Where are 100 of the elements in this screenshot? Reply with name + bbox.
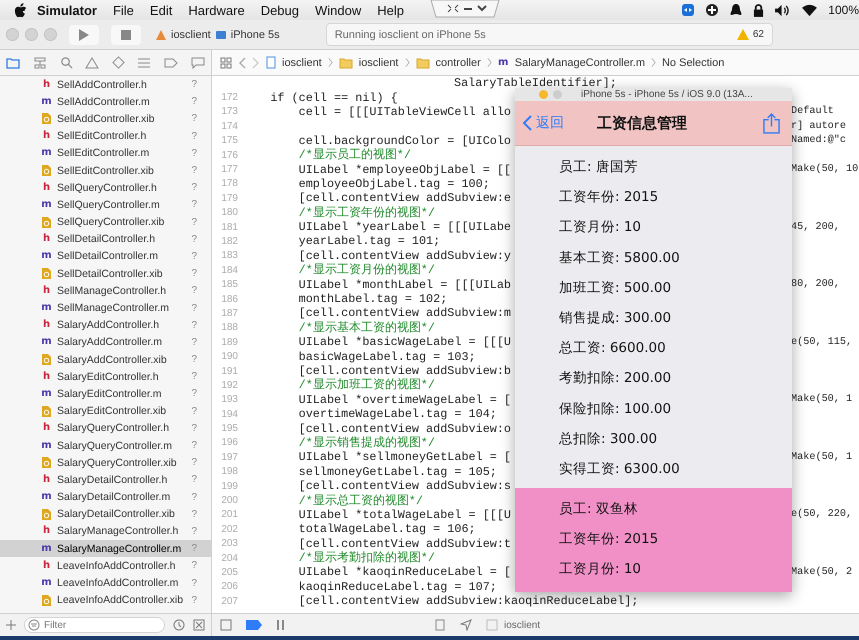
file-row[interactable]: m SalaryAddController.m ? xyxy=(0,334,211,351)
file-row[interactable]: h SellAddController.h ? xyxy=(0,76,211,94)
file-row[interactable]: h SellQueryController.h ? xyxy=(0,179,211,196)
file-row[interactable]: SellEditController.xib ? xyxy=(0,162,211,180)
line-number: 176 xyxy=(220,150,238,161)
code-line: [cell.contentView addSubview:m xyxy=(298,306,512,320)
pause-icon[interactable] xyxy=(276,619,286,631)
menu-item[interactable]: Window xyxy=(315,2,362,18)
lines-icon[interactable] xyxy=(137,56,152,68)
file-row[interactable]: m SellQueryController.m ? xyxy=(0,196,211,214)
stop-button[interactable] xyxy=(111,24,141,44)
diamond-icon[interactable] xyxy=(112,56,125,69)
line-number: 189 xyxy=(220,336,238,348)
device-name[interactable]: iPhone 5s xyxy=(230,28,280,40)
source-control-status: ? xyxy=(191,268,197,280)
file-row[interactable]: m SellDetailController.m ? xyxy=(0,248,211,266)
file-row[interactable]: SellQueryController.xib ? xyxy=(0,214,211,231)
file-row[interactable]: SalaryEditController.xib ? xyxy=(0,402,211,420)
file-row[interactable]: m SalaryManageController.m ? xyxy=(0,540,211,558)
run-button[interactable] xyxy=(69,24,99,44)
code-line: UILabel *overtimeWageLabel = [ xyxy=(298,392,512,407)
menu-item[interactable]: Edit xyxy=(150,2,172,18)
folder-icon[interactable] xyxy=(6,56,20,68)
file-name: SalaryManageController.m xyxy=(57,542,182,555)
file-name: SalaryAddController.xib xyxy=(57,354,168,366)
tag-icon[interactable] xyxy=(164,56,178,68)
path-segment[interactable]: controller xyxy=(436,56,481,68)
file-row[interactable]: SalaryAddController.xib ? xyxy=(0,351,211,368)
breakpoint-icon[interactable] xyxy=(246,620,262,630)
file-row[interactable]: h SalaryAddController.h ? xyxy=(0,316,211,334)
code-line: cell.backgroundColor = [UIColo xyxy=(298,134,512,148)
field-label: 基本工资: 5800.00 xyxy=(559,248,681,268)
menu-item[interactable]: Hardware xyxy=(188,2,245,18)
speech-bubble-icon[interactable] xyxy=(190,56,205,68)
file-row[interactable]: h SalaryQueryController.h ? xyxy=(0,420,211,437)
file-row[interactable]: LeaveInfoAddController.xib ? xyxy=(0,592,211,609)
share-icon[interactable] xyxy=(763,112,780,134)
line-number: 204 xyxy=(220,552,238,564)
file-row[interactable]: m SalaryQueryController.m ? xyxy=(0,436,211,454)
scheme-name[interactable]: iosclient xyxy=(171,28,211,40)
menu-item[interactable]: File xyxy=(112,2,134,18)
table-cell[interactable]: 员工: 双鱼林 工资年份: 2015 工资月份: 10 xyxy=(515,488,792,592)
location-arrow-icon[interactable] xyxy=(460,619,472,631)
volume-icon[interactable] xyxy=(774,4,792,16)
debug-target[interactable]: iosclient xyxy=(504,620,540,630)
line-number: 206 xyxy=(220,581,238,592)
file-row[interactable]: SellDetailController.xib ? xyxy=(0,265,211,282)
filter-field[interactable]: Filter xyxy=(24,617,165,633)
line-number: 190 xyxy=(220,351,238,362)
hierarchy-icon[interactable] xyxy=(32,56,47,68)
file-row[interactable]: m SellAddController.m ? xyxy=(0,93,211,110)
warning-icon[interactable] xyxy=(736,29,749,40)
stop-icon xyxy=(121,30,131,40)
code-line: /*显示员工的视图*/ xyxy=(298,147,411,164)
battery-percentage[interactable]: 100% xyxy=(828,3,859,17)
no-selection-segment[interactable]: No Selection xyxy=(662,56,724,68)
panel-icon[interactable] xyxy=(220,619,232,631)
file-row[interactable]: m SalaryDetailController.m ? xyxy=(0,488,211,506)
file-row[interactable]: h SalaryDetailController.h ? xyxy=(0,471,211,488)
file-row[interactable]: m SalaryEditController.m ? xyxy=(0,385,211,403)
add-icon[interactable] xyxy=(6,620,16,630)
file-row[interactable]: m LeaveInfoAddController.m ? xyxy=(0,574,211,592)
file-row[interactable]: SalaryQueryController.xib ? xyxy=(0,454,211,472)
file-row[interactable]: SellAddController.xib ? xyxy=(0,110,211,128)
file-row[interactable]: m SellManageController.m ? xyxy=(0,299,211,317)
menu-item[interactable]: Debug xyxy=(260,2,299,18)
warning-count[interactable]: 62 xyxy=(752,29,764,40)
circle-plus-icon[interactable] xyxy=(705,3,720,17)
remote-app-icon[interactable] xyxy=(681,3,696,17)
grid-icon[interactable] xyxy=(220,56,232,68)
app-menu[interactable]: Simulator xyxy=(37,2,97,18)
layers-icon[interactable] xyxy=(434,619,446,631)
file-row[interactable]: h SalaryEditController.h ? xyxy=(0,368,211,386)
field-label: 员工: 唐国芳 xyxy=(559,158,639,177)
header-file-icon: h xyxy=(41,130,52,142)
warning-icon[interactable] xyxy=(85,56,100,68)
menu-item[interactable]: Help xyxy=(377,2,404,18)
file-row[interactable]: m SellEditController.m ? xyxy=(0,144,211,162)
table-cell[interactable]: 员工: 唐国芳 工资年份: 2015 工资月份: 10 基本工资: 5800.00 加班工资: 500.00 销售提成: 300.00 总工资: 6600.00 考勤扣除: 200.00 保险扣除: 100.00 总扣除: 300.00 实得工资: 6300.00 xyxy=(515,146,792,488)
wifi-icon[interactable] xyxy=(801,4,818,16)
line-number: 186 xyxy=(220,294,238,305)
file-row[interactable]: h LeaveInfoAddController.h ? xyxy=(0,557,211,574)
square-icon[interactable] xyxy=(193,619,205,631)
window-controls-drawing[interactable] xyxy=(430,0,500,18)
file-row[interactable]: h SalaryManageController.h ? xyxy=(0,522,211,540)
search-icon[interactable] xyxy=(60,56,73,69)
apple-logo-icon[interactable] xyxy=(14,2,27,18)
file-name: SalaryQueryController.m xyxy=(57,440,173,452)
path-segment[interactable]: iosclient xyxy=(282,56,322,68)
path-segment[interactable]: SalaryManageController.m xyxy=(514,56,645,68)
interface-file-icon xyxy=(41,267,52,280)
file-row[interactable]: h SellEditController.h ? xyxy=(0,128,211,145)
clock-icon[interactable] xyxy=(173,619,185,631)
file-row[interactable]: SalaryDetailController.xib ? xyxy=(0,506,211,523)
path-segment[interactable]: iosclient xyxy=(358,56,398,68)
source-control-status: ? xyxy=(191,216,197,228)
file-row[interactable]: h SellDetailController.h ? xyxy=(0,230,211,248)
file-row[interactable]: h SellManageController.h ? xyxy=(0,282,211,300)
file-name: SalaryManageController.h xyxy=(57,525,180,538)
lock-icon[interactable] xyxy=(753,4,764,16)
